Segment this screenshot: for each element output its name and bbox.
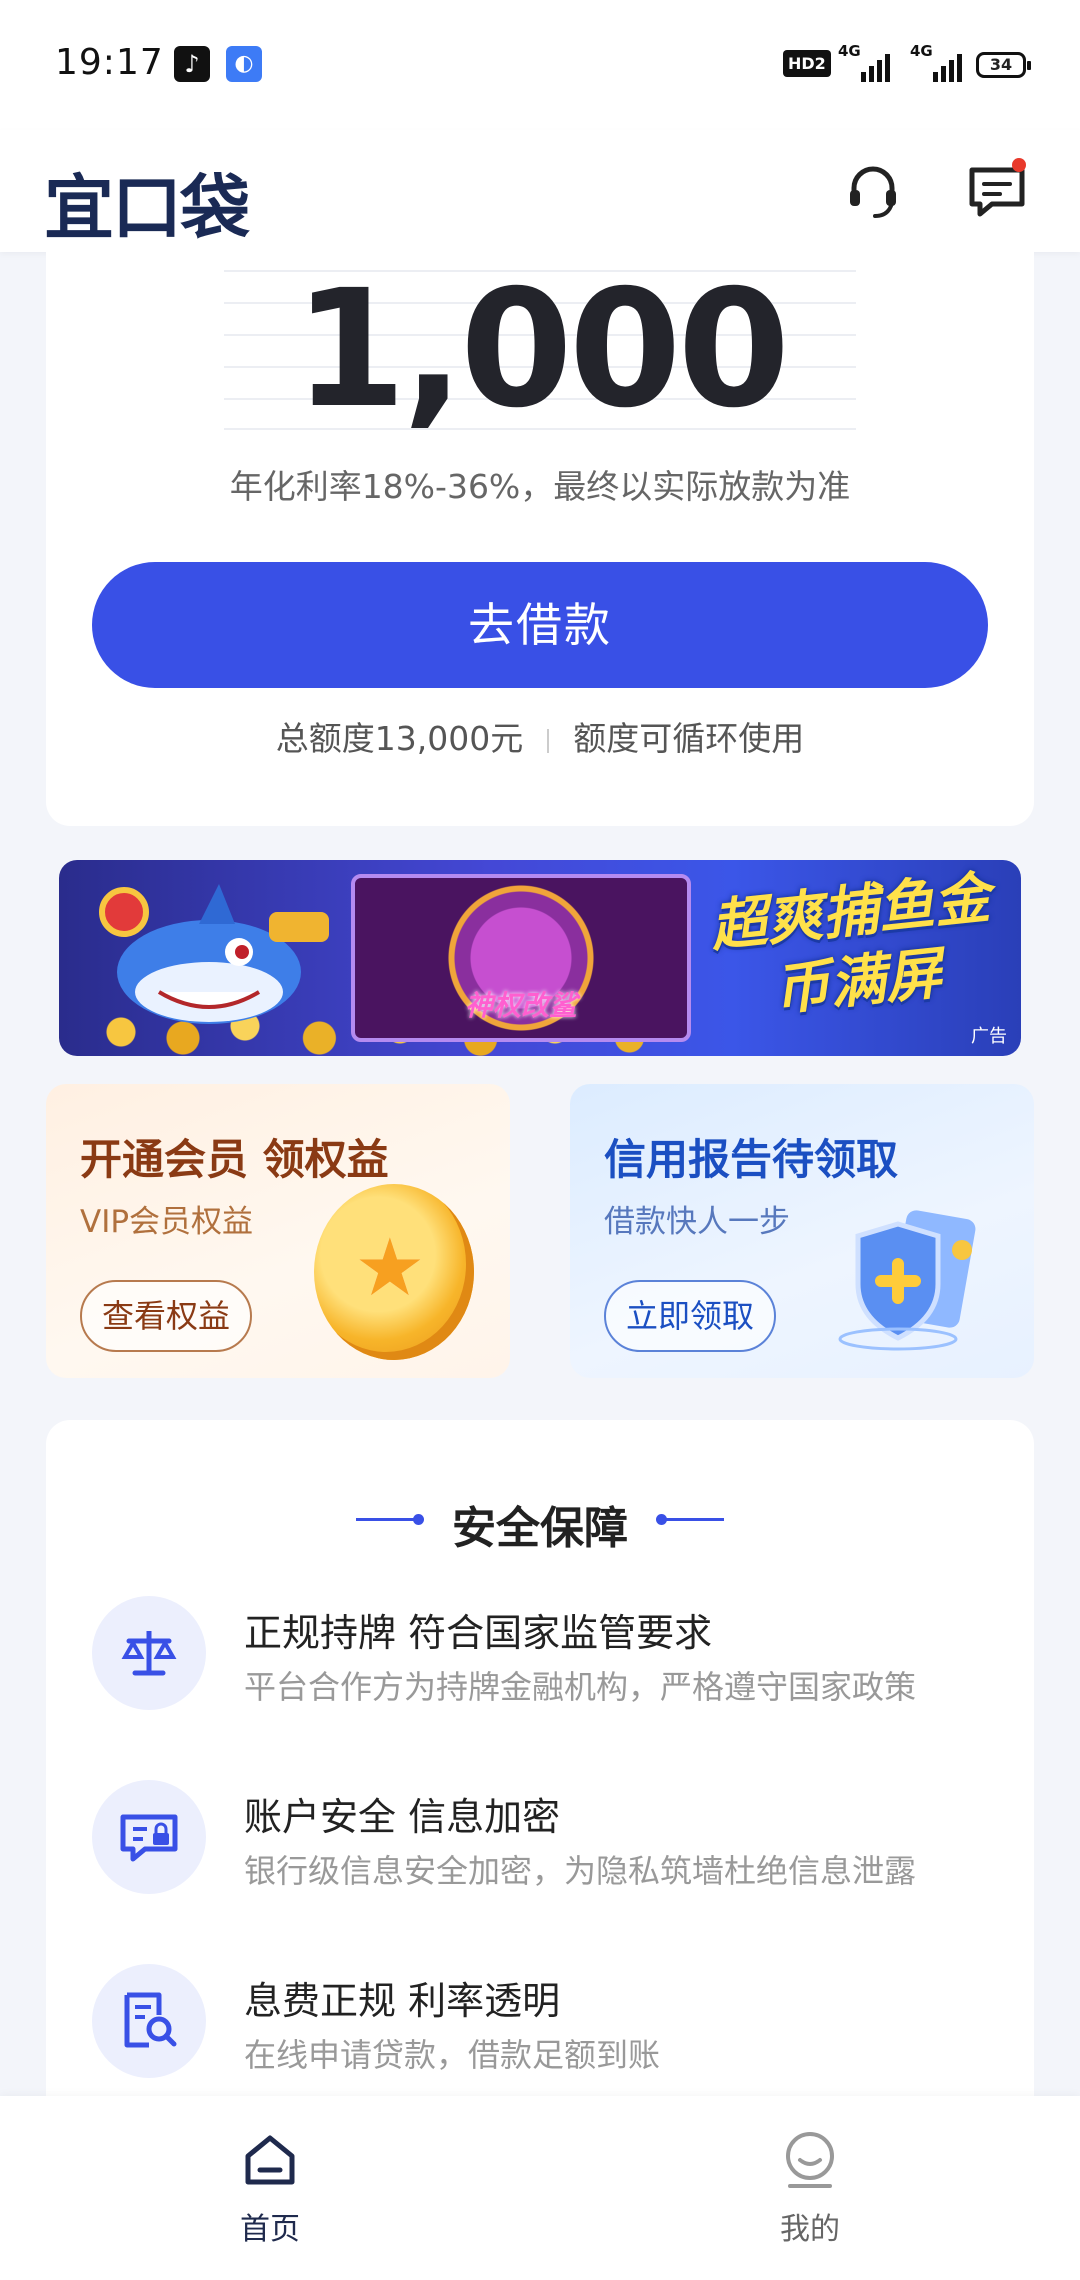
security-item-desc: 银行级信息安全加密，为隐私筑墙杜绝信息泄露 bbox=[244, 1852, 917, 1890]
document-search-icon bbox=[92, 1964, 206, 2078]
ad-screen-text: 神权改鲨 bbox=[464, 989, 577, 1022]
bottom-nav: 首页 我的 bbox=[0, 2096, 1080, 2280]
vip-promo-card[interactable]: 开通会员 领权益 VIP会员权益 ★ 查看权益 bbox=[46, 1084, 510, 1378]
app-header: 宜口袋 bbox=[0, 130, 1080, 252]
loan-amount: 1,000 bbox=[293, 256, 790, 444]
ad-banner[interactable]: 神权改鲨 超爽捕鱼金币满屏 广告 bbox=[59, 860, 1021, 1056]
security-item-desc: 平台合作方为持牌金融机构，严格遵守国家政策 bbox=[244, 1668, 917, 1706]
security-item: 息费正规 利率透明 在线申请贷款，借款足额到账 bbox=[92, 1964, 992, 2094]
security-item-title: 正规持牌 符合国家监管要求 bbox=[244, 1611, 713, 1655]
quota-divider bbox=[547, 728, 550, 753]
heading-line-right bbox=[664, 1518, 724, 1521]
profile-icon bbox=[786, 2132, 834, 2188]
security-item-title: 息费正规 利率透明 bbox=[244, 1979, 561, 2023]
claim-now-button[interactable]: 立即领取 bbox=[604, 1280, 777, 1352]
security-item: 账户安全 信息加密 银行级信息安全加密，为隐私筑墙杜绝信息泄露 bbox=[92, 1780, 992, 1910]
tiktok-notification-icon: ♪ bbox=[174, 46, 210, 82]
rate-note: 年化利率18%-36%，最终以实际放款为准 bbox=[229, 467, 851, 506]
view-benefits-button[interactable]: 查看权益 bbox=[80, 1280, 253, 1352]
unread-dot bbox=[1012, 158, 1026, 172]
headset-icon[interactable] bbox=[842, 160, 904, 222]
ad-tag: 广告 bbox=[971, 1026, 1007, 1047]
security-item-desc: 在线申请贷款，借款足额到账 bbox=[244, 2036, 661, 2074]
nav-mine[interactable]: 我的 bbox=[730, 2130, 890, 2248]
vip-title: 开通会员 领权益 bbox=[80, 1135, 389, 1184]
signal-icon-1: 4G bbox=[838, 42, 890, 84]
quota-row: 总额度13,000元 额度可循环使用 bbox=[46, 712, 1034, 760]
shield-icon bbox=[838, 1210, 976, 1351]
security-item: 正规持牌 符合国家监管要求 平台合作方为持牌金融机构，严格遵守国家政策 bbox=[92, 1596, 992, 1726]
status-time: 19:17 bbox=[55, 42, 164, 83]
loan-card: 1,000 年化利率18%-36%，最终以实际放款为准 去借款 总额度13,00… bbox=[46, 252, 1034, 826]
nav-home-label: 首页 bbox=[240, 2212, 300, 2247]
status-bar: 19:17 ♪ ◐ HD2 4G 4G 34 bbox=[0, 0, 1080, 130]
credit-title: 信用报告待领取 bbox=[604, 1135, 899, 1184]
security-item-title: 账户安全 信息加密 bbox=[244, 1795, 561, 1839]
shark-mascot-icon bbox=[99, 884, 329, 1024]
nav-mine-label: 我的 bbox=[780, 2212, 840, 2247]
credit-report-promo-card[interactable]: 信用报告待领取 借款快人一步 立即领取 bbox=[570, 1084, 1034, 1378]
security-section: 安全保障 正规持牌 符合国家监管要求 平台合作方为持牌金融机构，严格遵守国家政策… bbox=[46, 1420, 1034, 2120]
total-quota: 总额度13,000元 bbox=[275, 719, 524, 758]
ad-game-screen: 神权改鲨 bbox=[351, 874, 691, 1042]
nav-home[interactable]: 首页 bbox=[190, 2130, 350, 2248]
borrow-button[interactable]: 去借款 bbox=[92, 562, 988, 688]
message-icon[interactable] bbox=[966, 158, 1028, 222]
lock-message-icon bbox=[92, 1780, 206, 1894]
qq-notification-icon: ◐ bbox=[226, 46, 262, 82]
credit-subtitle: 借款快人一步 bbox=[604, 1204, 790, 1240]
battery-icon: 34 bbox=[976, 52, 1031, 78]
scale-icon bbox=[92, 1596, 206, 1710]
app-logo: 宜口袋 bbox=[44, 167, 250, 249]
vip-subtitle: VIP会员权益 bbox=[80, 1204, 254, 1240]
home-icon bbox=[245, 2135, 295, 2185]
star-coin-icon: ★ bbox=[314, 1184, 474, 1360]
ad-title: 超爽捕鱼金币满屏 bbox=[707, 865, 993, 1024]
hd-badge: HD2 bbox=[783, 50, 831, 77]
quota-note: 额度可循环使用 bbox=[573, 719, 805, 758]
security-heading: 安全保障 bbox=[452, 1503, 628, 1554]
signal-icon-2: 4G bbox=[910, 42, 962, 84]
